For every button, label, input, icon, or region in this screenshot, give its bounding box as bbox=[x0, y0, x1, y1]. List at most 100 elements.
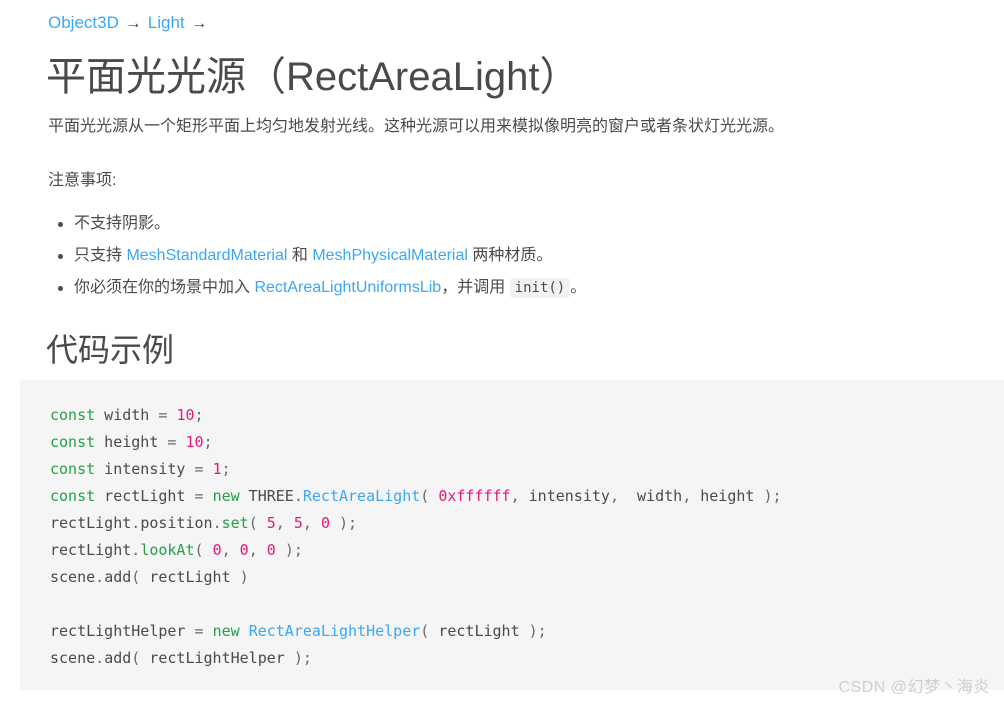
note-text: ，并调用 bbox=[441, 279, 510, 296]
page-title: 平面光光源（RectAreaLight） bbox=[46, 55, 580, 99]
code-token: new bbox=[212, 487, 240, 505]
list-item: 不支持阴影。 bbox=[58, 208, 954, 240]
code-token: , bbox=[221, 541, 231, 559]
code-token: const bbox=[50, 487, 96, 505]
code-token: set bbox=[221, 514, 249, 532]
code-content: const width = 10; const height = 10; con… bbox=[50, 402, 1004, 672]
code-token: . bbox=[131, 514, 141, 532]
code-token: width bbox=[95, 406, 159, 424]
code-token: , bbox=[510, 487, 520, 505]
code-token: , bbox=[682, 487, 692, 505]
code-token: 10 bbox=[185, 433, 204, 451]
notes-list: 不支持阴影。 只支持 MeshStandardMaterial 和 MeshPhy… bbox=[48, 208, 954, 304]
code-token: ( bbox=[248, 514, 258, 532]
code-token: intensity bbox=[95, 460, 195, 478]
code-token: ) bbox=[239, 568, 249, 586]
code-token: intensity bbox=[519, 487, 610, 505]
code-token: const bbox=[50, 433, 96, 451]
documentation-page: Object3D → Light → 平面光光源（RectAreaLight） … bbox=[0, 0, 1004, 707]
code-token: 1 bbox=[212, 460, 222, 478]
code-token: . bbox=[95, 649, 105, 667]
breadcrumb-link-object3d[interactable]: Object3D bbox=[48, 13, 119, 32]
code-token: height bbox=[691, 487, 764, 505]
code-token: new bbox=[212, 622, 240, 640]
code-token: , bbox=[248, 541, 258, 559]
code-token: ( bbox=[131, 649, 141, 667]
list-item: 只支持 MeshStandardMaterial 和 MeshPhysicalM… bbox=[58, 240, 954, 272]
note-text: 只支持 bbox=[74, 247, 127, 264]
code-token: . bbox=[131, 541, 141, 559]
code-token: RectAreaLight bbox=[302, 487, 421, 505]
inline-code: init() bbox=[509, 278, 571, 298]
code-token: const bbox=[50, 460, 96, 478]
code-token: lookAt bbox=[140, 541, 195, 559]
code-token: add bbox=[104, 649, 132, 667]
code-token: . bbox=[212, 514, 222, 532]
notes-label: 注意事项: bbox=[48, 172, 117, 189]
code-token: const bbox=[50, 406, 96, 424]
list-item: 你必须在你的场景中加入 RectAreaLightUniformsLib，并调用… bbox=[58, 272, 954, 304]
code-token: 0 bbox=[320, 514, 330, 532]
code-token: ( bbox=[420, 622, 430, 640]
code-token: ( bbox=[420, 487, 430, 505]
section-heading-code-example: 代码示例 bbox=[46, 332, 175, 368]
code-token: ( bbox=[194, 541, 204, 559]
breadcrumb-link-light[interactable]: Light bbox=[148, 13, 185, 32]
code-token: 0xffffff bbox=[438, 487, 511, 505]
code-token: THREE bbox=[239, 487, 294, 505]
code-token: RectAreaLightHelper bbox=[248, 622, 421, 640]
code-token: height bbox=[95, 433, 168, 451]
code-token: 5 bbox=[293, 514, 303, 532]
code-token: = bbox=[194, 622, 204, 640]
code-token: width bbox=[618, 487, 683, 505]
code-token: 0 bbox=[212, 541, 222, 559]
code-token: , bbox=[275, 514, 285, 532]
code-token: ); bbox=[339, 514, 358, 532]
note-text: 和 bbox=[287, 247, 313, 264]
note-text: 。 bbox=[570, 279, 587, 296]
code-token: scene bbox=[50, 568, 96, 586]
code-token: rectLightHelper bbox=[140, 649, 294, 667]
code-token: ( bbox=[131, 568, 141, 586]
code-token: rectLightHelper bbox=[50, 622, 195, 640]
code-token: ); bbox=[528, 622, 547, 640]
note-link[interactable]: RectAreaLightUniformsLib bbox=[254, 279, 441, 296]
code-token: 5 bbox=[266, 514, 276, 532]
note-text: 不支持阴影。 bbox=[74, 215, 171, 232]
code-token: ); bbox=[763, 487, 782, 505]
code-token: add bbox=[104, 568, 132, 586]
note-link[interactable]: MeshPhysicalMaterial bbox=[312, 247, 468, 264]
code-example-block[interactable]: const width = 10; const height = 10; con… bbox=[20, 380, 1004, 690]
code-token: ); bbox=[293, 649, 312, 667]
breadcrumb-arrow-icon: → bbox=[186, 15, 208, 32]
code-token: rectLight bbox=[50, 514, 132, 532]
intro-paragraph: 平面光光源从一个矩形平面上均匀地发射光线。这种光源可以用来模拟像明亮的窗户或者条… bbox=[48, 118, 785, 135]
code-token: rectLight bbox=[140, 568, 240, 586]
code-token: , bbox=[609, 487, 619, 505]
breadcrumb: Object3D → Light → bbox=[48, 12, 209, 35]
code-token: ; bbox=[221, 460, 231, 478]
code-token: ; bbox=[194, 406, 204, 424]
code-token: rectLight bbox=[429, 622, 529, 640]
code-token: 10 bbox=[176, 406, 195, 424]
code-token: = bbox=[194, 460, 204, 478]
code-token: scene bbox=[50, 649, 96, 667]
note-link[interactable]: MeshStandardMaterial bbox=[126, 247, 287, 264]
code-token: . bbox=[293, 487, 303, 505]
code-token: = bbox=[194, 487, 204, 505]
note-text: 你必须在你的场景中加入 bbox=[74, 279, 255, 296]
code-token: 0 bbox=[239, 541, 249, 559]
breadcrumb-arrow-icon: → bbox=[120, 15, 146, 32]
code-token: ; bbox=[203, 433, 213, 451]
code-token: , bbox=[302, 514, 312, 532]
